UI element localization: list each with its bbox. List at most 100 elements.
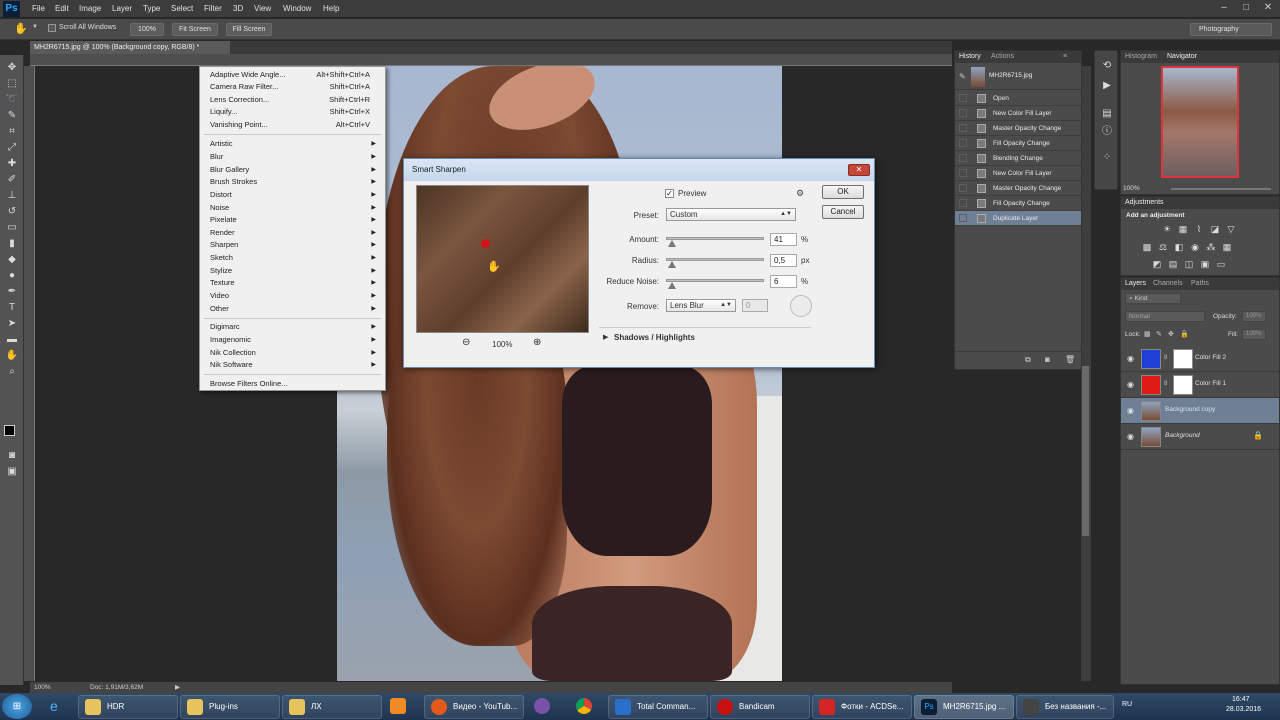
history-item[interactable]: Fill Opacity Change <box>955 196 1081 211</box>
angle-input[interactable]: 0 <box>742 299 768 312</box>
new-document-from-state-icon[interactable]: ⧉ <box>1025 355 1031 365</box>
photo-filter-icon[interactable]: ◉ <box>1189 242 1201 252</box>
fill-color-thumbnail[interactable] <box>1141 349 1161 369</box>
reduce-noise-input[interactable]: 6 <box>770 275 797 288</box>
black-white-icon[interactable]: ◧ <box>1173 242 1185 252</box>
menu-item-liquify[interactable]: Liquify... Shift+Ctrl+X <box>210 106 380 118</box>
camera-snapshot-icon[interactable]: ◙ <box>1045 355 1050 364</box>
maximize-icon[interactable]: □ <box>1237 2 1255 14</box>
history-checkbox[interactable] <box>959 124 967 132</box>
exposure-icon[interactable]: ◪ <box>1209 224 1221 234</box>
levels-icon[interactable]: ▦ <box>1177 224 1189 234</box>
zoom-tool-icon[interactable]: ⌕ <box>4 365 20 379</box>
history-checkbox[interactable] <box>959 94 967 102</box>
history-item[interactable]: Master Opacity Change <box>955 121 1081 136</box>
radius-slider[interactable] <box>666 258 764 261</box>
menu-window[interactable]: Window <box>283 4 311 13</box>
menu-item-texture[interactable]: Texture ▶ <box>210 277 380 289</box>
menu-help[interactable]: Help <box>323 4 339 13</box>
navigator-zoom-slider[interactable] <box>1171 188 1271 190</box>
foreground-color-swatch[interactable] <box>4 425 15 436</box>
menu-item-nik-collection[interactable]: Nik Collection ▶ <box>210 347 380 359</box>
tab-actions[interactable]: Actions <box>991 51 1014 63</box>
menu-item-pixelate[interactable]: Pixelate ▶ <box>210 214 380 226</box>
layer-row[interactable]: ◉ Background 🔒 <box>1121 424 1279 450</box>
crop-tool-icon[interactable]: ⌗ <box>4 125 20 139</box>
menu-filter[interactable]: Filter <box>204 4 222 13</box>
visibility-eye-icon[interactable]: ◉ <box>1127 406 1134 415</box>
taskbar-item[interactable]: Plug-ins <box>180 695 280 719</box>
history-checkbox[interactable] <box>959 199 967 207</box>
visibility-eye-icon[interactable]: ◉ <box>1127 432 1134 441</box>
taskbar-item[interactable]: Фотки - ACDSe... <box>812 695 912 719</box>
lock-all-icon[interactable]: 🔒 <box>1180 330 1189 338</box>
menu-file[interactable]: File <box>32 4 45 13</box>
history-item[interactable]: Fill Opacity Change <box>955 136 1081 151</box>
menu-item-blur-gallery[interactable]: Blur Gallery ▶ <box>210 164 380 176</box>
preview-checkbox[interactable]: ✓ <box>665 189 674 198</box>
menu-item-sketch[interactable]: Sketch ▶ <box>210 252 380 264</box>
menu-item-other[interactable]: Other ▶ <box>210 303 380 315</box>
layer-row[interactable]: ◉ 8 Color Fill 1 <box>1121 372 1279 398</box>
menu-item-lens-correction[interactable]: Lens Correction... Shift+Ctrl+R <box>210 94 380 106</box>
language-indicator[interactable]: RU <box>1122 701 1132 708</box>
menu-item-camera-raw[interactable]: Camera Raw Filter... Shift+Ctrl+A <box>210 81 380 93</box>
ok-button[interactable]: OK <box>822 185 864 199</box>
media-player-icon[interactable] <box>390 698 406 714</box>
amount-input[interactable]: 41 <box>770 233 797 246</box>
opacity-input[interactable]: 100% <box>1242 311 1266 322</box>
filter-preview[interactable]: ✋ <box>416 185 589 333</box>
dodge-tool-icon[interactable]: ● <box>4 269 20 283</box>
history-item[interactable]: Open <box>955 91 1081 106</box>
visibility-eye-icon[interactable]: ◉ <box>1127 354 1134 363</box>
menu-item-imagenomic[interactable]: Imagenomic ▶ <box>210 334 380 346</box>
tab-channels[interactable]: Channels <box>1153 278 1183 290</box>
history-item[interactable]: New Color Fill Layer <box>955 106 1081 121</box>
marquee-tool-icon[interactable]: ⬚ <box>4 77 20 91</box>
history-brush-icon[interactable]: ✎ <box>959 72 966 81</box>
menu-item-video[interactable]: Video ▶ <box>210 290 380 302</box>
curves-icon[interactable]: ⌇ <box>1193 224 1205 234</box>
zoom-in-icon[interactable]: ⊕ <box>533 337 541 348</box>
clock-time[interactable]: 16:47 <box>1232 696 1250 703</box>
amount-slider-thumb[interactable] <box>667 240 676 247</box>
tab-history[interactable]: History <box>959 51 981 63</box>
chrome-icon[interactable] <box>576 698 592 714</box>
taskbar-item[interactable]: Без названия -... <box>1016 695 1114 719</box>
panel-menu-icon[interactable]: ≡ <box>1063 51 1067 63</box>
minimize-icon[interactable]: – <box>1215 2 1233 14</box>
internet-explorer-icon[interactable]: e <box>50 698 58 714</box>
history-brush-tool-icon[interactable]: ↺ <box>4 205 20 219</box>
taskbar-item[interactable]: ЛХ <box>282 695 382 719</box>
threshold-icon[interactable]: ◫ <box>1183 259 1195 269</box>
menu-item-render[interactable]: Render ▶ <box>210 227 380 239</box>
shape-tool-icon[interactable]: ▬ <box>4 333 20 347</box>
screen-mode-icon[interactable]: ▣ <box>4 465 20 479</box>
fill-input[interactable]: 100% <box>1242 329 1266 340</box>
history-checkbox[interactable] <box>959 169 967 177</box>
lasso-tool-icon[interactable]: ➰ <box>4 93 20 107</box>
workspace-select[interactable]: Photography <box>1190 23 1272 36</box>
status-menu-arrow-icon[interactable]: ▶ <box>175 682 180 693</box>
status-zoom[interactable]: 100% <box>34 682 51 693</box>
posterize-icon[interactable]: ▤ <box>1167 259 1179 269</box>
menu-item-nik-software[interactable]: Nik Software ▶ <box>210 359 380 371</box>
radius-slider-thumb[interactable] <box>667 261 676 268</box>
eyedropper-tool-icon[interactable]: ⤢ <box>4 141 20 155</box>
healing-brush-tool-icon[interactable]: ✚ <box>4 157 20 171</box>
history-checkbox[interactable] <box>959 214 967 222</box>
disclosure-triangle-icon[interactable]: ▶ <box>603 333 608 341</box>
tab-adjustments[interactable]: Adjustments <box>1125 197 1164 209</box>
layer-mask-thumbnail[interactable] <box>1173 375 1193 395</box>
menu-select[interactable]: Select <box>171 4 193 13</box>
menu-item-blur[interactable]: Blur ▶ <box>210 151 380 163</box>
color-lookup-icon[interactable]: ▦ <box>1221 242 1233 252</box>
gradient-tool-icon[interactable]: ▮ <box>4 237 20 251</box>
cancel-button[interactable]: Cancel <box>822 205 864 219</box>
history-item[interactable]: New Color Fill Layer <box>955 166 1081 181</box>
gradient-map-icon[interactable]: ▭ <box>1215 259 1227 269</box>
reduce-noise-slider[interactable] <box>666 279 764 282</box>
history-checkbox[interactable] <box>959 154 967 162</box>
history-snapshot[interactable]: ✎ MH2R6715.jpg <box>955 64 1081 90</box>
path-select-tool-icon[interactable]: ➤ <box>4 317 20 331</box>
